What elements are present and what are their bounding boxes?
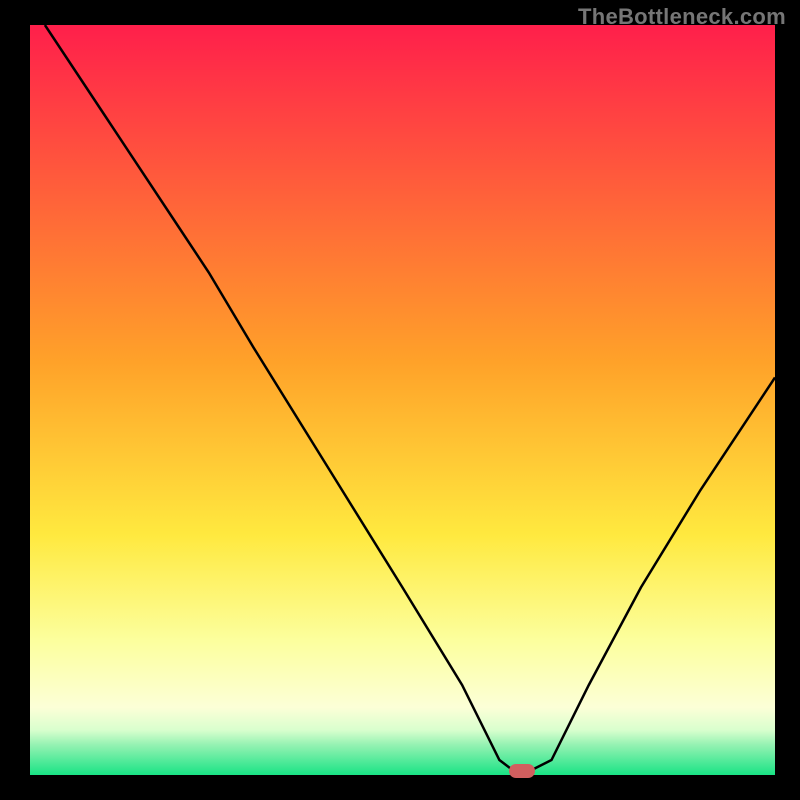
optimal-marker <box>509 764 535 778</box>
chart-svg <box>0 0 800 800</box>
watermark-text: TheBottleneck.com <box>578 4 786 30</box>
plot-background <box>30 25 775 775</box>
bottleneck-chart: TheBottleneck.com <box>0 0 800 800</box>
